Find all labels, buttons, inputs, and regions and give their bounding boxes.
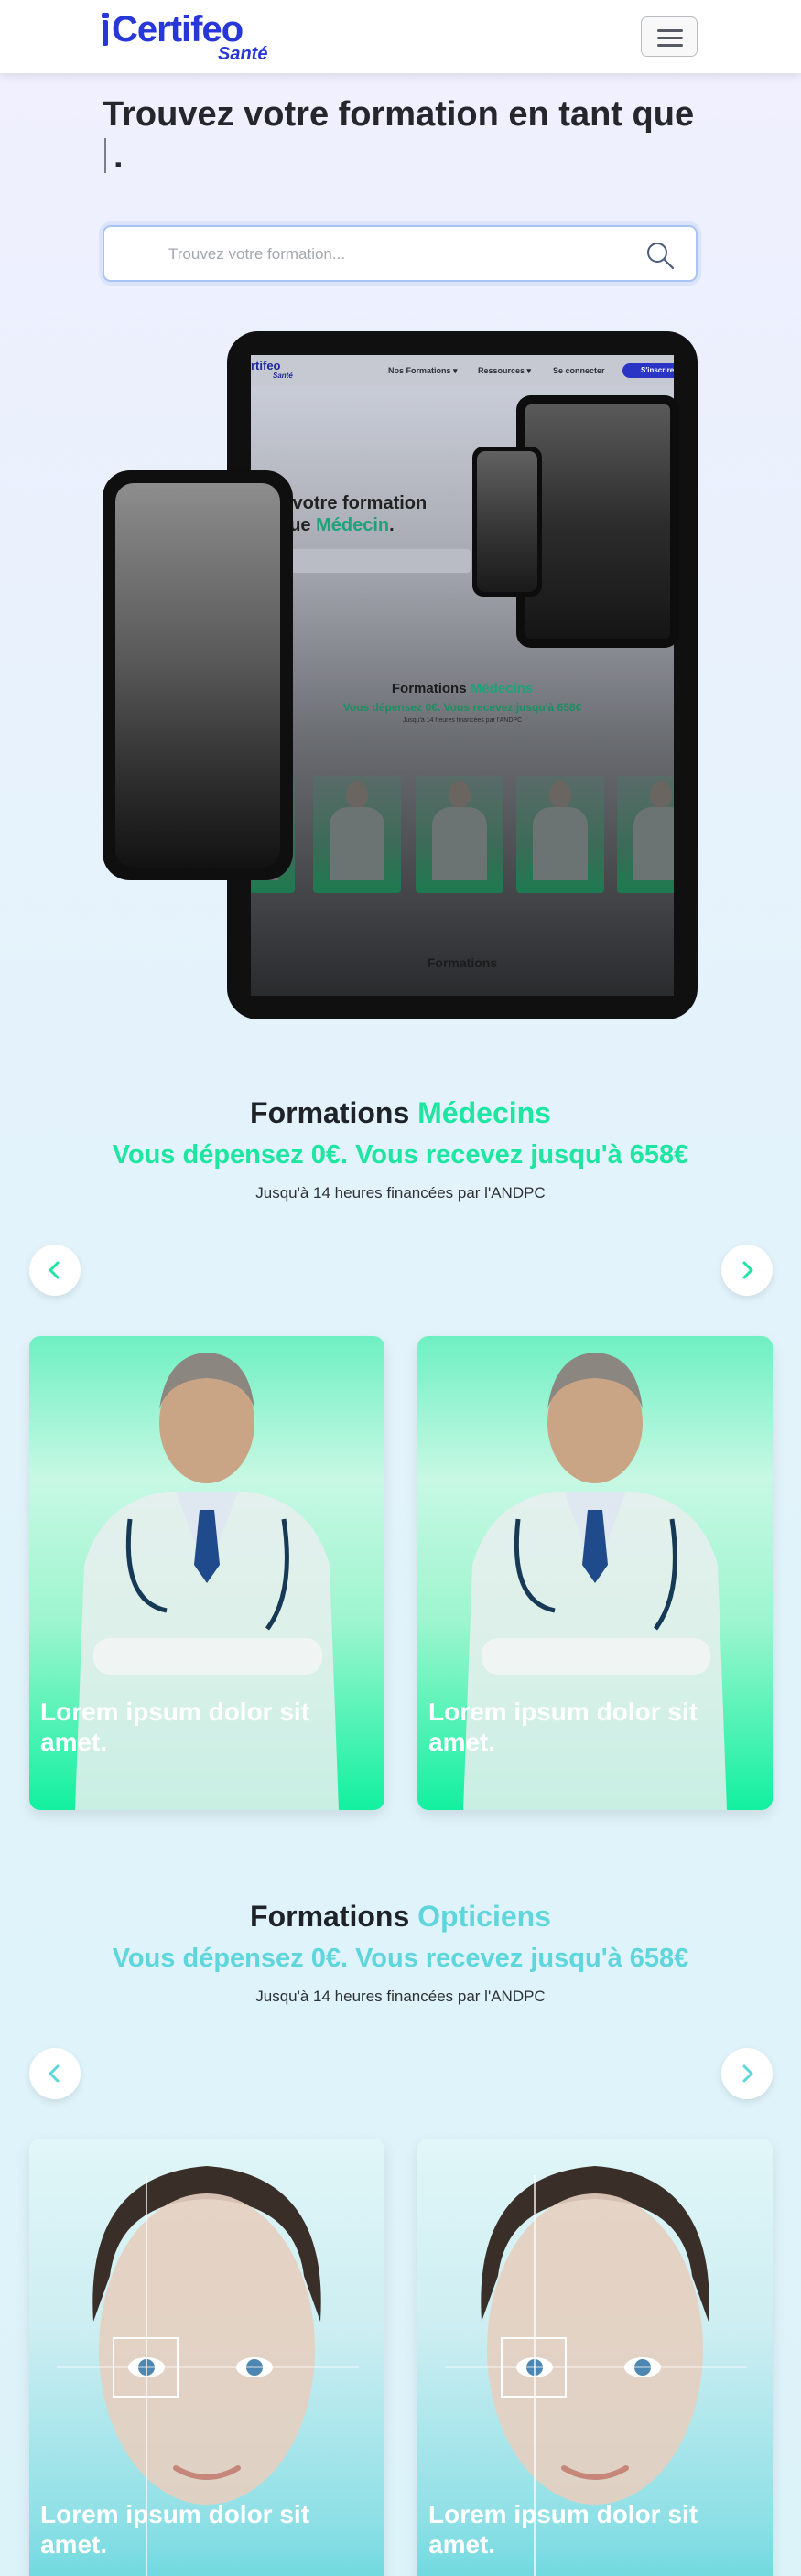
carousel-prev-button[interactable]: [29, 1245, 81, 1296]
preview-card-coat: [633, 807, 674, 880]
card-caption: Lorem ipsum dolor sit amet.: [40, 2500, 310, 2559]
card-caption: Lorem ipsum dolor sit amet.: [428, 2500, 698, 2559]
section-subtitle-medecins: Vous dépensez 0€. Vous recevez jusqu'à 6…: [112, 1140, 689, 1169]
preview-card: [617, 776, 674, 893]
section-title-accent: Opticiens: [417, 1900, 551, 1933]
preview-nav-link: Se connecter: [553, 366, 605, 375]
chevron-left-icon: [49, 2064, 60, 2083]
preview-section-subtitle: Vous dépensez 0€. Vous recevez jusqu'à 6…: [342, 701, 582, 714]
chevron-right-icon: [742, 1261, 753, 1279]
small-tablet-screen: [525, 404, 670, 639]
preview-hero-accent: Médecin: [316, 515, 390, 535]
chevron-left-icon: [49, 1261, 60, 1279]
hamburger-icon-line: [657, 37, 683, 39]
preview-section-title: Formations Médecins: [251, 681, 674, 696]
small-phone-mockup: [472, 447, 542, 597]
card-caption: Lorem ipsum dolor sit amet.: [428, 1698, 698, 1756]
carousel-next-button[interactable]: [721, 2048, 773, 2099]
logo[interactable]: Certifeo Santé: [99, 9, 282, 66]
hero-title-end: .: [114, 137, 124, 176]
typing-cursor: [104, 138, 114, 173]
site-header: Certifeo Santé: [0, 0, 801, 73]
section-small-opticiens: Jusqu'à 14 heures financées par l'ANDPC: [255, 1988, 546, 2005]
preview-signup-button: S'inscrire: [622, 363, 674, 378]
hamburger-icon: [657, 29, 683, 32]
formation-card[interactable]: Lorem ipsum dolor sit amet.: [29, 2139, 384, 2576]
preview-card-coat: [432, 807, 487, 880]
phone-mockup: [103, 470, 293, 880]
preview-signup-label: S'inscrire: [641, 366, 674, 374]
small-phone-screen: [477, 451, 537, 592]
phone-screen: [115, 483, 280, 868]
chevron-right-icon: [742, 2064, 753, 2083]
carousel-prev-button[interactable]: [29, 2048, 81, 2099]
hamburger-icon-line: [657, 44, 683, 47]
preview-nav-link: Ressources ▾: [478, 366, 532, 375]
section-title-plain: Formations: [250, 1096, 418, 1129]
preview-card-face: [650, 781, 672, 809]
carousel-next-button[interactable]: [721, 1245, 773, 1296]
hero-title: Trouvez votre formation en tant que .: [103, 93, 707, 178]
menu-toggle-button[interactable]: [641, 16, 698, 57]
search-icon[interactable]: [644, 240, 676, 271]
section-title-opticiens: Formations Opticiens: [0, 1900, 801, 1934]
formation-card[interactable]: Lorem ipsum dolor sit amet.: [29, 1336, 384, 1810]
section-title-accent: Médecins: [417, 1096, 551, 1129]
preview-card-face: [549, 781, 571, 809]
section-title-medecins: Formations Médecins: [0, 1096, 801, 1130]
search-placeholder: Trouvez votre formation...: [168, 245, 346, 263]
pen-icon: [102, 13, 109, 46]
formation-card[interactable]: Lorem ipsum dolor sit amet.: [417, 1336, 773, 1810]
preview-card-face: [346, 781, 368, 809]
logo-subtitle: Santé: [218, 44, 268, 64]
hero-title-text: Trouvez votre formation en tant que: [103, 95, 695, 134]
section-small-medecins: Jusqu'à 14 heures financées par l'ANDPC: [255, 1184, 546, 1202]
preview-hero-end: .: [389, 515, 395, 535]
section-title-plain: Formations: [250, 1900, 418, 1933]
preview-card: [516, 776, 604, 893]
preview-navbar: rtifeo Santé Nos Formations ▾ Ressources…: [251, 355, 674, 386]
preview-footer-text: Formations: [427, 955, 498, 970]
preview-card-coat: [533, 807, 588, 880]
card-caption: Lorem ipsum dolor sit amet.: [40, 1698, 310, 1756]
preview-logo-sub: Santé: [273, 372, 293, 380]
preview-card-face: [449, 781, 471, 809]
preview-card-coat: [330, 807, 384, 880]
preview-section-title-accent: Médecins: [470, 681, 534, 696]
preview-card: [313, 776, 401, 893]
section-subtitle-opticiens: Vous dépensez 0€. Vous recevez jusqu'à 6…: [112, 1944, 689, 1973]
preview-nav-link: Nos Formations ▾: [388, 366, 458, 375]
preview-section-title-plain: Formations: [391, 681, 471, 696]
preview-logo: rtifeo: [251, 359, 281, 372]
formation-card[interactable]: Lorem ipsum dolor sit amet.: [417, 2139, 773, 2576]
preview-hero-line1: z votre formation: [278, 493, 428, 513]
search-input[interactable]: Trouvez votre formation...: [103, 225, 698, 282]
preview-section-small: Jusqu'à 14 heures financées par l'ANDPC: [402, 717, 523, 724]
preview-card: [416, 776, 503, 893]
